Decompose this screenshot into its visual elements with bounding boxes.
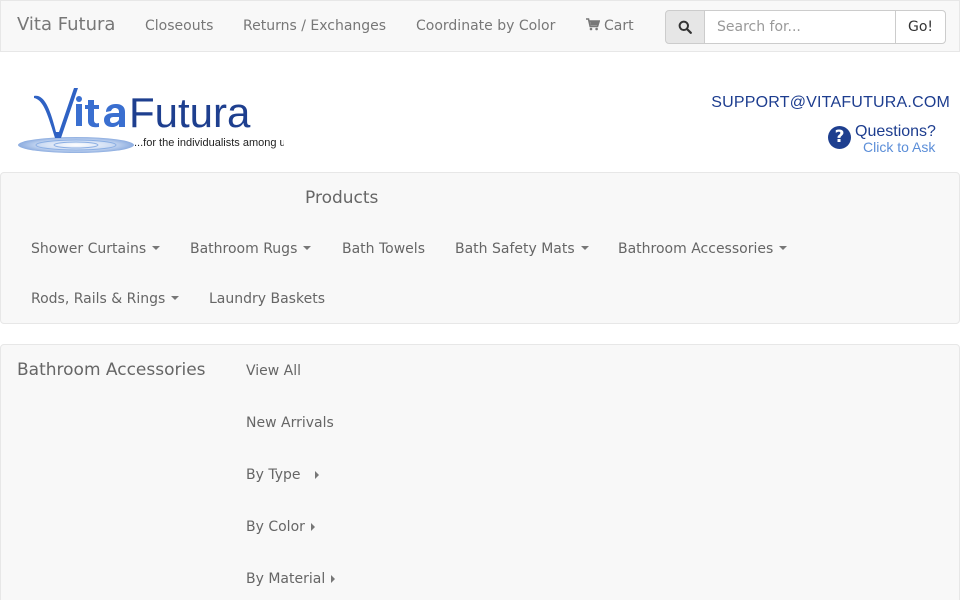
logo-tagline: ...for the individualists among us [134, 137, 284, 149]
logo-futura-text: Futura [129, 89, 251, 136]
nav-bath-towels[interactable]: Bath Towels [342, 241, 425, 257]
subcategory-title: Bathroom Accessories [17, 360, 206, 380]
nav-shower-curtains[interactable]: Shower Curtains [31, 241, 161, 257]
sub-by-type-label: By Type [246, 467, 301, 483]
products-navbar: Products Shower Curtains Bathroom Rugs B… [0, 172, 960, 324]
products-title: Products [305, 188, 379, 208]
question-icon: ? [828, 126, 851, 149]
nav-cart[interactable]: Cart [586, 18, 634, 34]
caret-down-icon [152, 246, 161, 250]
sub-by-material[interactable]: By Material [246, 571, 336, 587]
search-group: Go! [665, 10, 946, 44]
sub-by-color[interactable]: By Color [246, 519, 315, 535]
top-navbar: Vita Futura Closeouts Returns / Exchange… [0, 0, 960, 52]
nav-bath-safety-mats-label: Bath Safety Mats [455, 241, 575, 257]
logo-graphic: Futura ...for the individualists among u… [18, 88, 292, 153]
search-button[interactable] [665, 10, 705, 44]
cart-label: Cart [604, 18, 634, 34]
nav-rods-rails-rings[interactable]: Rods, Rails & Rings [31, 291, 180, 307]
go-button[interactable]: Go! [895, 10, 946, 44]
caret-right-icon [314, 471, 319, 479]
cart-icon [586, 18, 600, 31]
sub-by-type[interactable]: By Type [246, 467, 319, 483]
questions-click-to-ask[interactable]: ? Questions? Click to Ask [828, 123, 944, 156]
caret-down-icon [303, 246, 312, 250]
support-email-link[interactable]: SUPPORT@VITAFUTURA.COM [711, 94, 950, 112]
nav-coordinate-by-color[interactable]: Coordinate by Color [416, 18, 555, 34]
caret-right-icon [331, 575, 336, 583]
nav-bath-safety-mats[interactable]: Bath Safety Mats [455, 241, 589, 257]
caret-down-icon [779, 246, 788, 250]
nav-closeouts[interactable]: Closeouts [145, 18, 213, 34]
nav-bathroom-rugs[interactable]: Bathroom Rugs [190, 241, 312, 257]
navbar-brand[interactable]: Vita Futura [17, 14, 115, 35]
caret-down-icon [171, 296, 180, 300]
nav-bathroom-rugs-label: Bathroom Rugs [190, 241, 298, 257]
site-logo[interactable]: Futura ...for the individualists among u… [18, 82, 292, 156]
nav-bathroom-accessories[interactable]: Bathroom Accessories [618, 241, 788, 257]
caret-right-icon [310, 523, 315, 531]
nav-shower-curtains-label: Shower Curtains [31, 241, 147, 257]
search-icon [678, 20, 692, 34]
sub-by-material-label: By Material [246, 571, 326, 587]
subcategory-navbar: Bathroom Accessories View All New Arriva… [0, 344, 960, 600]
sub-view-all[interactable]: View All [246, 363, 301, 379]
nav-returns-exchanges[interactable]: Returns / Exchanges [243, 18, 386, 34]
nav-bathroom-accessories-label: Bathroom Accessories [618, 241, 774, 257]
sub-new-arrivals[interactable]: New Arrivals [246, 415, 334, 431]
sub-by-color-label: By Color [246, 519, 305, 535]
caret-down-icon [580, 246, 589, 250]
questions-subtitle: Click to Ask [863, 139, 936, 155]
nav-laundry-baskets[interactable]: Laundry Baskets [209, 291, 325, 307]
search-input[interactable] [705, 10, 895, 44]
nav-rods-rails-rings-label: Rods, Rails & Rings [31, 291, 166, 307]
